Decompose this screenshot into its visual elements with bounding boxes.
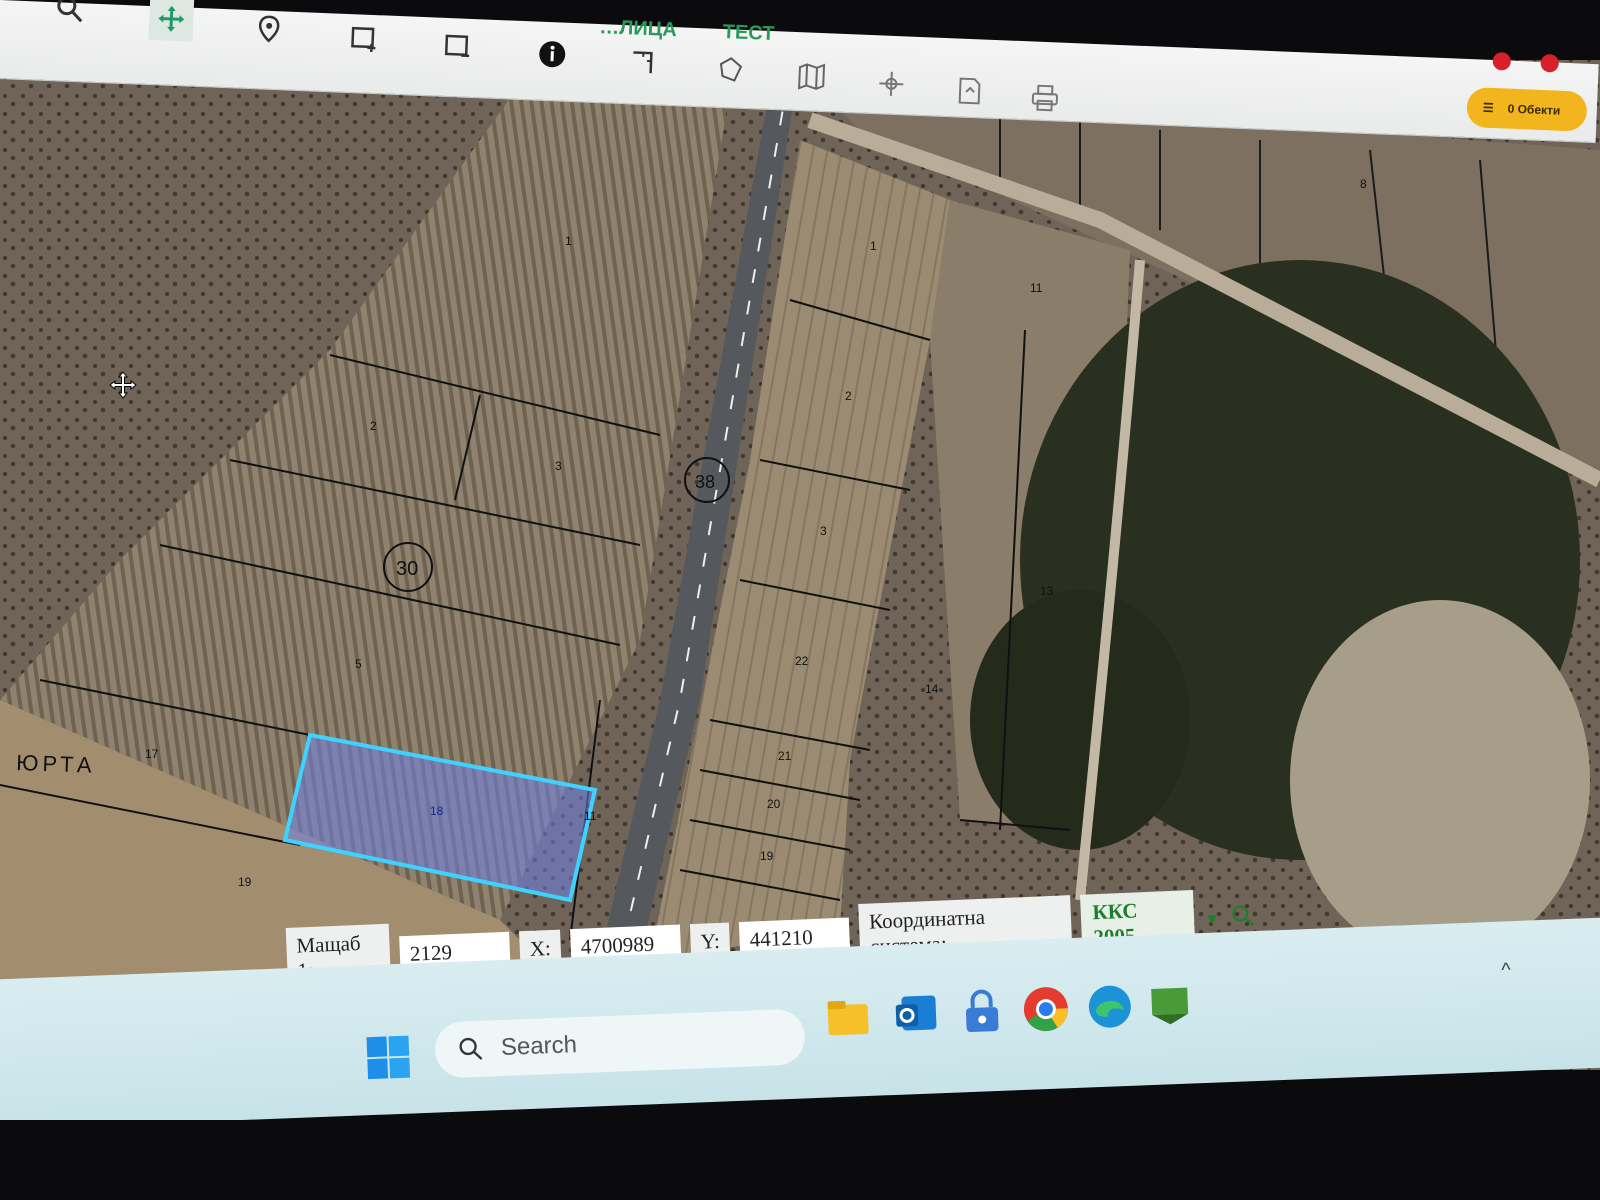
svg-text:5: 5 xyxy=(355,657,362,671)
pan-icon[interactable] xyxy=(148,0,195,42)
svg-text:20: 20 xyxy=(767,797,781,811)
search-placeholder: Search xyxy=(500,1031,578,1062)
measure-polygon-icon[interactable] xyxy=(707,46,753,92)
block-38-label: 38 xyxy=(695,472,715,492)
region-label: ЮРТА xyxy=(16,750,96,778)
taskbar-search[interactable]: Search xyxy=(433,1008,806,1079)
map-layers-icon[interactable] xyxy=(789,54,835,100)
svg-text:17: 17 xyxy=(145,747,159,761)
svg-text:14: 14 xyxy=(925,682,939,696)
window-controls xyxy=(1492,51,1560,73)
marker-icon[interactable] xyxy=(246,6,292,52)
svg-text:11: 11 xyxy=(584,809,597,823)
chrome-icon[interactable] xyxy=(1021,984,1071,1034)
search-icon xyxy=(459,1037,483,1060)
info-icon[interactable] xyxy=(529,31,575,77)
svg-text:3: 3 xyxy=(820,524,827,538)
notification-dot-icon[interactable] xyxy=(1492,51,1512,71)
move-cursor-icon xyxy=(108,370,138,400)
svg-text:1: 1 xyxy=(870,239,877,253)
rect-remove-icon[interactable] xyxy=(436,24,482,70)
block-30-label: 30 xyxy=(396,558,418,580)
svg-text:1: 1 xyxy=(565,234,572,248)
svg-text:3: 3 xyxy=(555,459,562,473)
print-icon[interactable] xyxy=(1022,75,1068,121)
svg-text:13: 13 xyxy=(1040,584,1054,598)
objects-label: 0 Обекти xyxy=(1507,101,1561,118)
svg-text:21: 21 xyxy=(778,749,792,763)
file-explorer-icon[interactable] xyxy=(823,992,873,1042)
outlook-icon[interactable] xyxy=(891,989,941,1039)
zoom-icon[interactable] xyxy=(47,0,93,32)
export-icon[interactable] xyxy=(946,68,992,114)
svg-text:8: 8 xyxy=(1360,177,1367,191)
svg-text:18: 18 xyxy=(430,804,444,818)
quarry xyxy=(1290,600,1590,960)
svg-text:19: 19 xyxy=(760,849,774,863)
crosshair-icon[interactable] xyxy=(868,61,914,107)
objects-button[interactable]: ☰ 0 Обекти xyxy=(1466,86,1588,132)
windows-start-icon[interactable] xyxy=(364,1034,412,1082)
svg-text:2: 2 xyxy=(845,389,852,403)
chevron-up-icon[interactable]: ^ xyxy=(1501,959,1511,982)
tab-layers[interactable]: …ЛИЦА xyxy=(599,16,677,42)
rect-add-icon[interactable] xyxy=(342,16,388,62)
map-app-icon[interactable] xyxy=(1145,979,1195,1029)
svg-text:19: 19 xyxy=(238,875,252,889)
tab-test[interactable]: ТЕСТ xyxy=(722,21,775,46)
svg-text:11: 11 xyxy=(1030,281,1043,295)
measure-distance-icon[interactable] xyxy=(621,39,667,85)
close-window-icon[interactable] xyxy=(1540,53,1560,73)
edge-icon[interactable] xyxy=(1085,982,1135,1032)
monitor-bezel xyxy=(0,1120,1600,1200)
lock-app-icon[interactable] xyxy=(957,987,1007,1037)
menu-icon: ☰ xyxy=(1482,100,1494,116)
forest xyxy=(970,590,1190,850)
svg-text:2: 2 xyxy=(370,419,377,433)
chevron-down-icon[interactable]: ▼ xyxy=(1204,911,1221,930)
svg-text:22: 22 xyxy=(795,654,809,668)
